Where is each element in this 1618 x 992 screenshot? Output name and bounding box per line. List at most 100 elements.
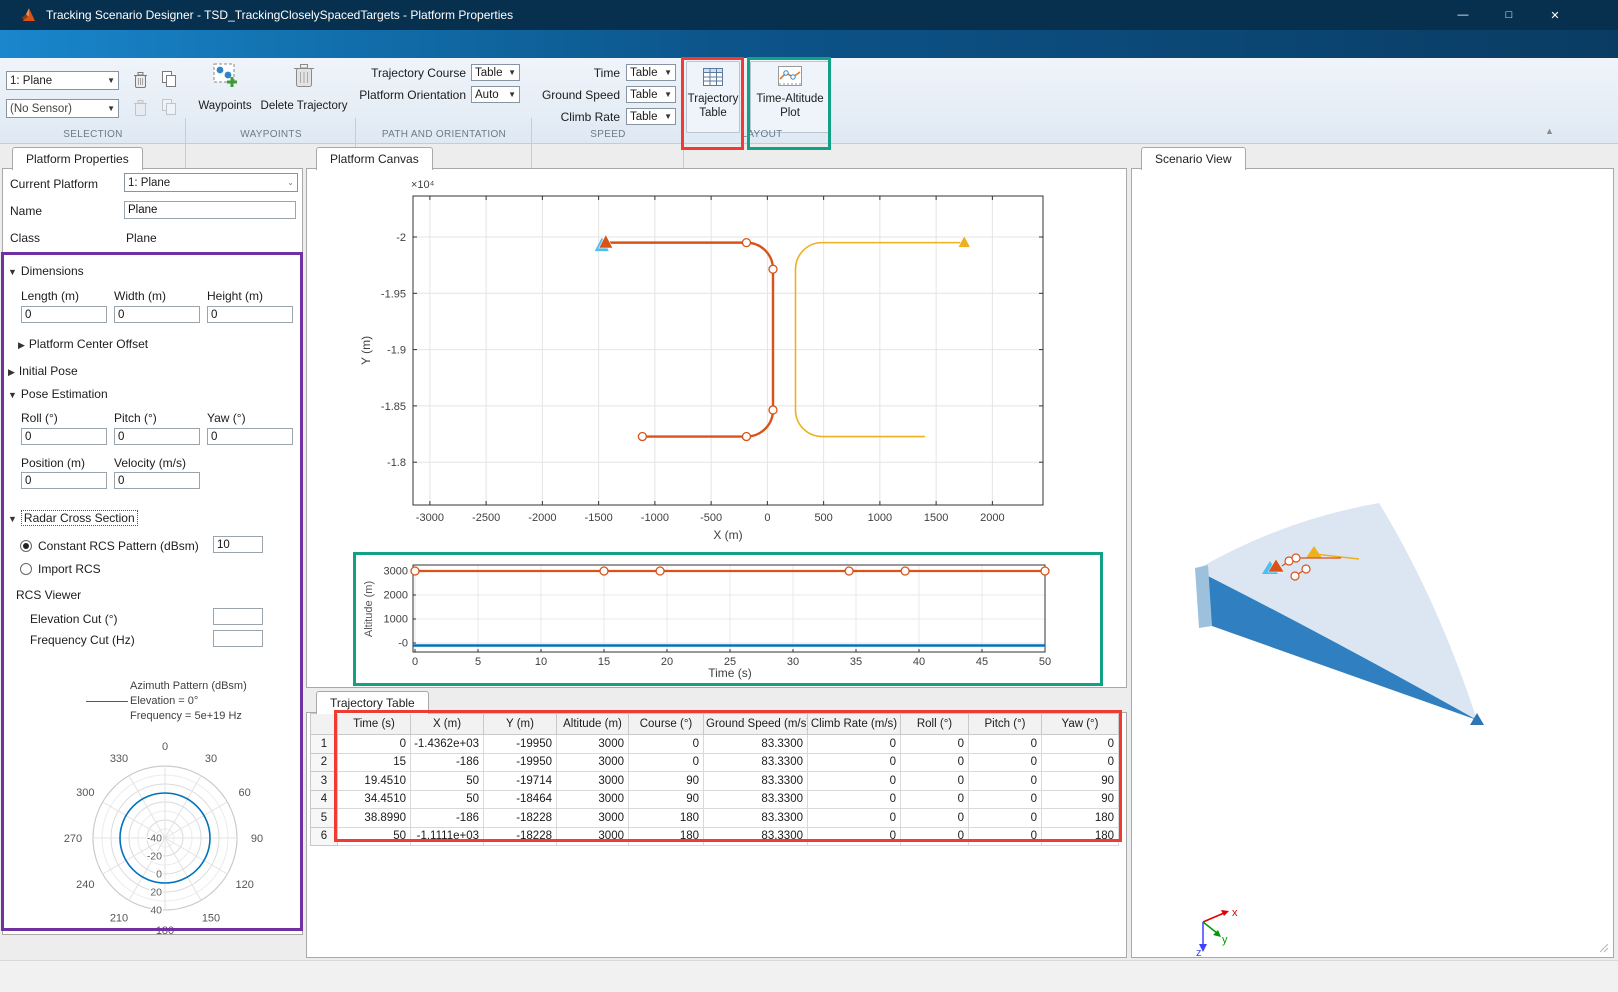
table-cell[interactable]: 0	[807, 752, 901, 772]
position-field[interactable]	[21, 472, 107, 489]
column-header[interactable]: Yaw (°)	[1041, 713, 1119, 735]
trajectory-table[interactable]: Time (s) X (m) Y (m) Altitude (m) Course (°)…	[310, 713, 1119, 846]
table-cell[interactable]: 3000	[556, 789, 629, 809]
table-cell[interactable]: 90	[628, 789, 704, 809]
table-cell[interactable]: 0	[807, 789, 901, 809]
table-cell[interactable]: 180	[628, 826, 704, 846]
table-cell[interactable]: 0	[968, 789, 1042, 809]
table-cell[interactable]: -186	[410, 808, 484, 828]
azimuth-pattern-polar-plot[interactable]: 0 30 60 90 120 150 180 210 240 270 300 330 -40 -20 0 20…	[8, 726, 300, 938]
column-header[interactable]: Roll (°)	[900, 713, 969, 735]
trajectory-table-toggle-button[interactable]: Trajectory Table	[686, 61, 740, 133]
height-field[interactable]	[207, 306, 293, 323]
table-cell[interactable]: 15	[337, 752, 411, 772]
table-cell[interactable]: 0	[968, 808, 1042, 828]
table-cell[interactable]: 3000	[556, 734, 629, 754]
table-cell[interactable]: 83.3300	[703, 771, 808, 791]
ground-speed-select[interactable]: Table ▼	[626, 86, 676, 103]
table-cell[interactable]: 90	[1041, 771, 1119, 791]
table-cell[interactable]: -18228	[483, 808, 557, 828]
pose-estimation-header[interactable]: ▼ Pose Estimation	[8, 387, 108, 401]
table-cell[interactable]: 83.3300	[703, 808, 808, 828]
minimize-button[interactable]: —	[1440, 0, 1486, 30]
platform-select[interactable]: 1: Plane ▼	[6, 71, 119, 90]
table-cell[interactable]: 50	[410, 771, 484, 791]
table-cell[interactable]: 34.4510	[337, 789, 411, 809]
column-header[interactable]: Climb Rate (m/s)	[807, 713, 901, 735]
table-cell[interactable]: 0	[968, 826, 1042, 846]
tab-platform-canvas[interactable]: Platform Canvas	[316, 147, 433, 170]
column-header[interactable]: Altitude (m)	[556, 713, 629, 735]
import-rcs-radio[interactable]	[20, 563, 32, 575]
waypoint-marker[interactable]	[1291, 553, 1301, 563]
table-cell[interactable]: 50	[410, 789, 484, 809]
initial-pose-header[interactable]: ▶ Initial Pose	[8, 364, 78, 378]
yaw-field[interactable]	[207, 428, 293, 445]
table-cell[interactable]: 0	[1041, 752, 1119, 772]
tab-platform-properties[interactable]: Platform Properties	[12, 147, 143, 170]
table-cell[interactable]: 83.3300	[703, 789, 808, 809]
table-cell[interactable]: 0	[628, 734, 704, 754]
sensor-select[interactable]: (No Sensor) ▼	[6, 99, 119, 118]
table-cell[interactable]: 0	[628, 752, 704, 772]
table-cell[interactable]: 90	[628, 771, 704, 791]
table-cell[interactable]: 3000	[556, 826, 629, 846]
delete-trajectory-button[interactable]: Delete Trajectory	[258, 62, 350, 112]
column-header[interactable]: Ground Speed (m/s)	[703, 713, 808, 735]
table-cell[interactable]: 0	[968, 771, 1042, 791]
table-cell[interactable]: -186	[410, 752, 484, 772]
copy-platform-icon[interactable]	[161, 70, 177, 91]
table-cell[interactable]: 50	[337, 826, 411, 846]
pitch-field[interactable]	[114, 428, 200, 445]
length-field[interactable]	[21, 306, 107, 323]
table-cell[interactable]: 3000	[556, 808, 629, 828]
dimensions-section-header[interactable]: ▼ Dimensions	[8, 264, 84, 278]
waypoint-marker[interactable]	[1301, 564, 1311, 574]
table-cell[interactable]: -1.1111e+03	[410, 826, 484, 846]
trajectory-course-select[interactable]: Table ▼	[471, 64, 520, 81]
resize-grip[interactable]	[1599, 943, 1609, 953]
table-cell[interactable]: -19950	[483, 752, 557, 772]
constant-rcs-radio[interactable]	[20, 540, 32, 552]
table-cell[interactable]: 83.3300	[703, 826, 808, 846]
elevation-cut-field[interactable]	[213, 608, 263, 625]
column-header[interactable]: Course (°)	[628, 713, 704, 735]
table-cell[interactable]: 0	[900, 771, 969, 791]
table-cell[interactable]: 19.4510	[337, 771, 411, 791]
current-platform-select[interactable]: 1: Plane ⌄	[124, 173, 298, 192]
column-header[interactable]: Time (s)	[337, 713, 411, 735]
table-cell[interactable]: 3000	[556, 771, 629, 791]
roll-field[interactable]	[21, 428, 107, 445]
table-cell[interactable]: 0	[807, 771, 901, 791]
name-field[interactable]	[124, 201, 296, 219]
table-cell[interactable]: 0	[807, 826, 901, 846]
time-altitude-plot-toggle-button[interactable]: Time-Altitude Plot	[750, 61, 830, 133]
table-cell[interactable]: -19714	[483, 771, 557, 791]
table-cell[interactable]: 0	[968, 734, 1042, 754]
table-cell[interactable]: -1.4362e+03	[410, 734, 484, 754]
platform-orientation-select[interactable]: Auto ▼	[471, 86, 520, 103]
delete-platform-icon[interactable]	[133, 71, 148, 92]
table-cell[interactable]: 0	[807, 734, 901, 754]
table-cell[interactable]: -18464	[483, 789, 557, 809]
climb-rate-select[interactable]: Table ▼	[626, 108, 676, 125]
tab-scenario-view[interactable]: Scenario View	[1141, 147, 1246, 170]
maximize-button[interactable]: □	[1486, 0, 1532, 30]
table-cell[interactable]: -18228	[483, 826, 557, 846]
table-cell[interactable]: 0	[337, 734, 411, 754]
tab-trajectory-table[interactable]: Trajectory Table	[316, 691, 429, 714]
column-header[interactable]: X (m)	[410, 713, 484, 735]
waypoint-marker[interactable]	[1290, 571, 1300, 581]
table-cell[interactable]: 180	[1041, 826, 1119, 846]
table-cell[interactable]: 0	[900, 826, 969, 846]
table-cell[interactable]: 0	[900, 734, 969, 754]
velocity-field[interactable]	[114, 472, 200, 489]
table-cell[interactable]: 3000	[556, 752, 629, 772]
table-cell[interactable]: 180	[628, 808, 704, 828]
width-field[interactable]	[114, 306, 200, 323]
table-cell[interactable]: 83.3300	[703, 734, 808, 754]
frequency-cut-field[interactable]	[213, 630, 263, 647]
table-cell[interactable]: 0	[900, 808, 969, 828]
table-cell[interactable]: 0	[807, 808, 901, 828]
time-select[interactable]: Table ▼	[626, 64, 676, 81]
